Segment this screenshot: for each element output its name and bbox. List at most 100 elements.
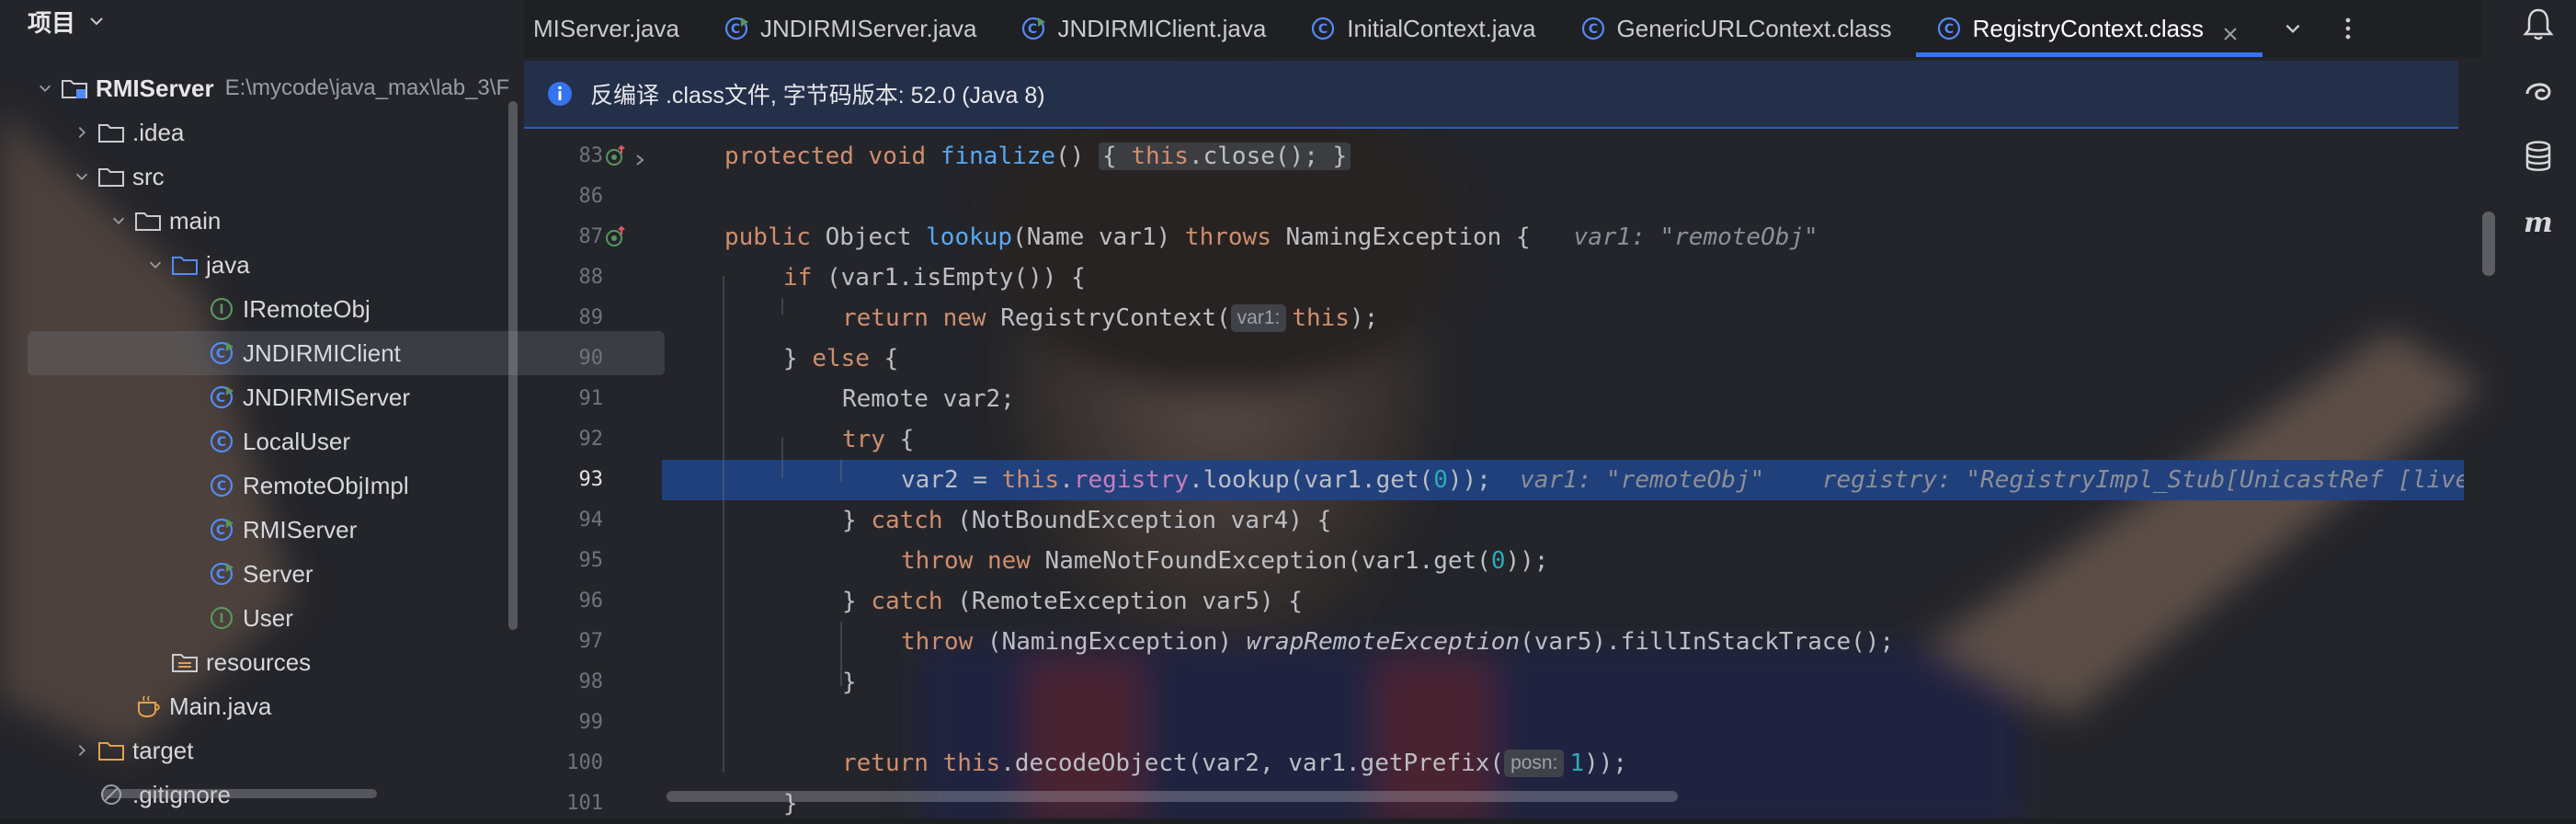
code-line-87[interactable]: public Object lookup(Name var1) throws N…: [662, 217, 2464, 258]
class-runnable-icon: C: [724, 16, 749, 41]
gutter-line[interactable]: 95: [524, 541, 662, 581]
tree-item-remoteobjimpl[interactable]: C RemoteObjImpl: [0, 464, 515, 508]
tree-item-server[interactable]: C Server: [0, 552, 515, 596]
line-number: 95: [578, 549, 604, 572]
gutter-line[interactable]: 87: [524, 217, 662, 258]
gutter-line[interactable]: 89: [524, 298, 662, 338]
code-text: NameNotFoundException(var1.get(: [1030, 547, 1491, 575]
tree-item-idea[interactable]: .idea: [0, 110, 515, 154]
gutter-line[interactable]: 97: [524, 622, 662, 662]
chevron-down-icon[interactable]: [2281, 17, 2305, 40]
project-title[interactable]: 项目: [28, 5, 75, 39]
editor-tab-bar: MIServer.java C JNDIRMIServer.java C JNDIRMI…: [524, 0, 2482, 57]
ai-assistant-icon[interactable]: [2518, 70, 2559, 110]
tree-item-resources[interactable]: resources: [0, 640, 515, 684]
editor-horizontal-scrollbar[interactable]: [667, 791, 1678, 802]
editor-vertical-scrollbar[interactable]: [2482, 212, 2495, 276]
more-options-icon[interactable]: [2336, 17, 2360, 40]
chevron-down-icon[interactable]: [35, 78, 55, 98]
notifications-icon[interactable]: [2518, 4, 2559, 44]
indent-guide: [781, 438, 783, 478]
folded-region[interactable]: { this.close(); }: [1099, 143, 1351, 170]
chevron-right-icon[interactable]: [72, 740, 92, 761]
code-line-91[interactable]: Remote var2;: [662, 379, 2464, 419]
code-line-93-current[interactable]: var2 = this.registry.lookup(var1.get(0))…: [662, 460, 2464, 500]
class-icon: C: [208, 429, 235, 454]
maven-icon[interactable]: m: [2518, 202, 2559, 243]
tree-item-rmiserver[interactable]: RMIServer E:\mycode\java_max\lab_3\F: [0, 66, 515, 110]
gutter-line[interactable]: 101: [524, 784, 662, 824]
editor-tab[interactable]: C JNDIRMIClient.java: [1000, 0, 1290, 57]
gutter-line[interactable]: 94: [524, 500, 662, 541]
chevron-down-icon[interactable]: [88, 13, 105, 29]
code-text: (): [1055, 143, 1085, 170]
editor-tab[interactable]: C JNDIRMIServer.java: [703, 0, 1001, 57]
tree-item-user[interactable]: I User: [0, 596, 515, 640]
tree-item-target[interactable]: target: [0, 728, 515, 772]
static-method-call: wrapRemoteException: [1246, 628, 1521, 656]
project-header[interactable]: 项目: [0, 0, 524, 42]
chevron-right-icon[interactable]: [631, 143, 656, 169]
module-folder-icon: [61, 75, 88, 101]
editor-tab[interactable]: C RegistryContext.class: [1915, 0, 2263, 57]
svg-text:C: C: [1028, 22, 1037, 37]
gutter-line[interactable]: 98: [524, 662, 662, 703]
editor-tab[interactable]: C GenericURLContext.class: [1560, 0, 1916, 57]
gutter-line[interactable]: 93: [524, 460, 662, 500]
gutter-line[interactable]: 96: [524, 581, 662, 622]
tree-item-localuser[interactable]: C LocalUser: [0, 419, 515, 464]
code-text: var2 =: [901, 466, 1002, 494]
tree-item-src[interactable]: src: [0, 154, 515, 199]
chevron-down-icon[interactable]: [72, 166, 92, 187]
chevron-down-icon[interactable]: [145, 255, 165, 275]
gutter-line[interactable]: 88: [524, 258, 662, 298]
code-text: (var1.isEmpty()) {: [812, 264, 1086, 292]
code-line-100[interactable]: return this.decodeObject(var2, var1.getP…: [662, 743, 2464, 784]
chevron-right-icon[interactable]: [72, 122, 92, 143]
gutter-line[interactable]: 90: [524, 338, 662, 379]
gutter-line[interactable]: 91: [524, 379, 662, 419]
tree-item-main-java[interactable]: Main.java: [0, 684, 515, 728]
gutter-line[interactable]: 83: [524, 136, 662, 177]
project-horizontal-scrollbar[interactable]: [101, 789, 377, 798]
gutter-line[interactable]: 99: [524, 703, 662, 743]
svg-text:C: C: [216, 567, 225, 582]
project-scrollbar[interactable]: [508, 101, 518, 630]
close-icon[interactable]: [2222, 20, 2239, 40]
parameter-hint: posn:: [1504, 750, 1565, 777]
line-number-gutter[interactable]: 83 86 87 88 89 90 91 92 93 94 95 96 97 98 99 100 101: [524, 129, 662, 818]
chevron-down-icon[interactable]: [108, 211, 129, 231]
method-name: finalize: [940, 143, 1056, 170]
svg-text:C: C: [1944, 22, 1954, 37]
code-line-83[interactable]: protected void finalize() { this.close()…: [662, 136, 2464, 177]
code-line-88[interactable]: if (var1.isEmpty()) {: [662, 258, 2464, 298]
code-line-90[interactable]: } else {: [662, 338, 2464, 379]
gutter-line[interactable]: 86: [524, 177, 662, 217]
code-editor[interactable]: protected void finalize() { this.close()…: [662, 129, 2464, 818]
gutter-line[interactable]: 92: [524, 419, 662, 460]
tree-item-main[interactable]: main: [0, 199, 515, 243]
code-line-98[interactable]: }: [662, 662, 2464, 703]
line-number: 101: [566, 792, 603, 815]
tree-item-rmiserver[interactable]: C RMIServer: [0, 508, 515, 552]
tree-item-label: src: [132, 162, 165, 190]
code-line-95[interactable]: throw new NameNotFoundException(var1.get…: [662, 541, 2464, 581]
gutter-line[interactable]: 100: [524, 743, 662, 784]
tree-item-jndirmiserver[interactable]: C JNDIRMIServer: [0, 375, 515, 419]
code-line-92[interactable]: try {: [662, 419, 2464, 460]
code-line-89[interactable]: return new RegistryContext(var1: this);: [662, 298, 2464, 338]
code-line-97[interactable]: throw (NamingException) wrapRemoteExcept…: [662, 622, 2464, 662]
override-up-icon[interactable]: [603, 143, 629, 169]
editor-tab[interactable]: MIServer.java: [524, 0, 703, 57]
tree-item-label: JNDIRMIClient: [243, 338, 401, 367]
svg-text:C: C: [1318, 22, 1328, 37]
tree-item-java[interactable]: java: [0, 243, 515, 287]
editor-tab[interactable]: C InitialContext.java: [1290, 0, 1559, 57]
code-line-96[interactable]: } catch (RemoteException var5) {: [662, 581, 2464, 622]
code-line-94[interactable]: } catch (NotBoundException var4) {: [662, 500, 2464, 541]
override-icon[interactable]: [603, 224, 629, 250]
tree-item-iremoteobj[interactable]: I IRemoteObj: [0, 287, 515, 331]
database-icon[interactable]: [2518, 136, 2559, 177]
